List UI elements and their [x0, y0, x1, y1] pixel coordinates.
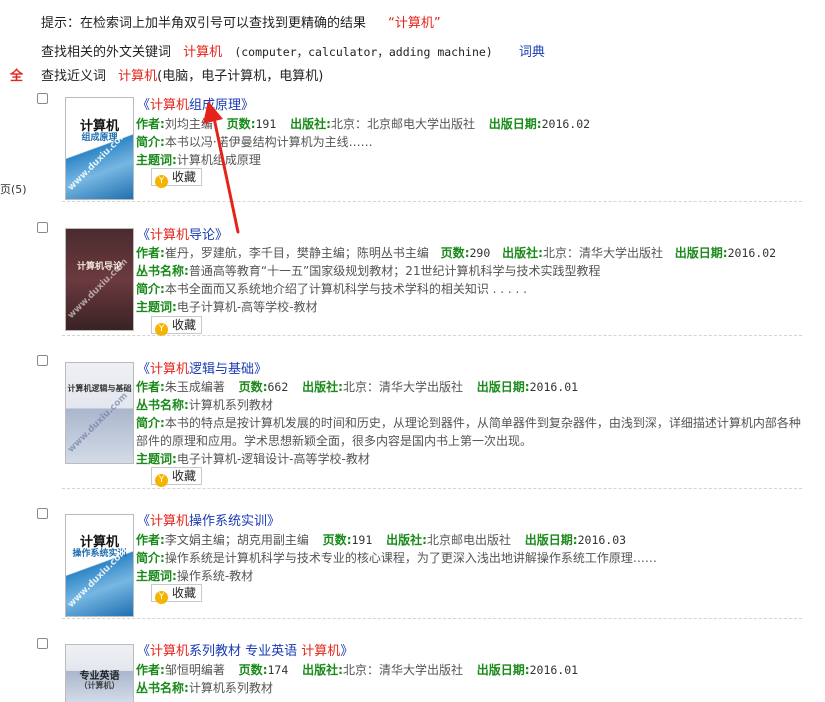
- annotation-arrow: [203, 101, 240, 234]
